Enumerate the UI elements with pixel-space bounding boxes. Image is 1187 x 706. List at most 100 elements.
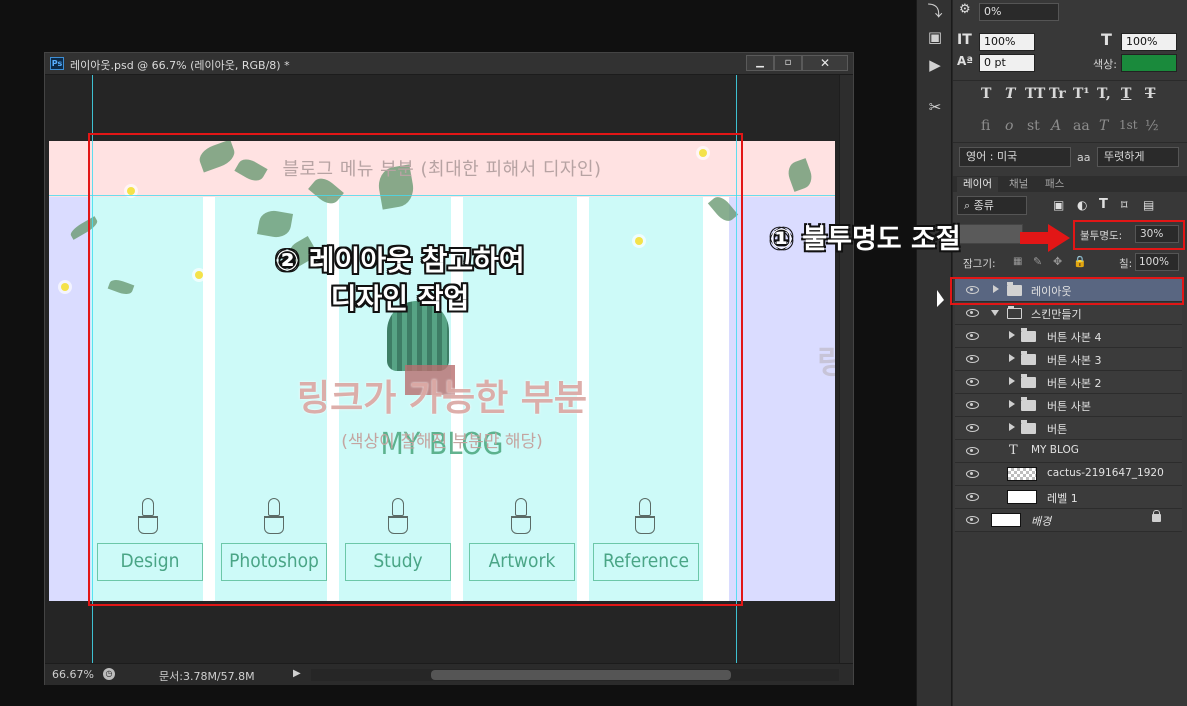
tab-channels[interactable]: 채널 bbox=[1003, 177, 1034, 192]
layer-name: cactus-2191647_1920 bbox=[1047, 467, 1164, 479]
photoshop-icon: Ps bbox=[50, 57, 64, 70]
tools-icon[interactable]: ✂ bbox=[926, 98, 944, 116]
folder-icon bbox=[1021, 397, 1036, 411]
document-title: 레이아웃.psd @ 66.7% (레이아웃, RGB/8) * bbox=[70, 59, 290, 72]
3d-cube-icon[interactable]: ▣ bbox=[926, 28, 944, 46]
layer-filter-select[interactable]: ⌕ 종류 bbox=[957, 196, 1027, 215]
visibility-eye-icon[interactable] bbox=[965, 422, 979, 432]
layer-name: 버튼 사본 bbox=[1047, 400, 1091, 413]
ligatures-icon[interactable]: fi bbox=[981, 118, 990, 134]
swash-icon[interactable]: A bbox=[1051, 118, 1061, 134]
layer-row-button-copy2[interactable]: 버튼 사본 2 bbox=[955, 371, 1182, 394]
faux-bold-icon[interactable]: T bbox=[981, 86, 991, 102]
tab-layers[interactable]: 레이어 bbox=[957, 177, 998, 192]
zoom-level[interactable]: 66.67% bbox=[52, 668, 94, 681]
horizontal-scale-field[interactable]: 100% bbox=[1121, 33, 1177, 51]
lock-image-icon[interactable]: ✎ bbox=[1033, 255, 1042, 268]
layer-row-background[interactable]: 배경 bbox=[955, 509, 1182, 532]
pixel-filter-icon[interactable]: ▣ bbox=[1053, 198, 1064, 212]
layer-row-cactus[interactable]: cactus-2191647_1920 bbox=[955, 463, 1182, 486]
visibility-eye-icon[interactable] bbox=[965, 514, 979, 524]
status-menu-arrow-icon[interactable]: ▶ bbox=[293, 668, 301, 679]
expand-arrow-icon[interactable] bbox=[1009, 423, 1015, 431]
lock-position-icon[interactable]: ✥ bbox=[1053, 255, 1062, 268]
minimize-button[interactable]: ▁ bbox=[746, 55, 774, 71]
titling-alternates-icon[interactable]: T bbox=[1099, 118, 1108, 134]
layer-row-button-copy3[interactable]: 버튼 사본 3 bbox=[955, 348, 1182, 371]
adjustment-filter-icon[interactable]: ◐ bbox=[1077, 198, 1087, 212]
document-titlebar[interactable]: Ps 레이아웃.psd @ 66.7% (레이아웃, RGB/8) * ▁ ▫ … bbox=[45, 53, 853, 75]
collapse-arrow-icon[interactable] bbox=[991, 310, 999, 316]
visibility-eye-icon[interactable] bbox=[965, 330, 979, 340]
properties-panel: ⚙ 0% IT 100% T 100% Aª 0 pt 색상: T T TT T… bbox=[952, 0, 1187, 706]
vertical-scrollbar[interactable] bbox=[839, 75, 853, 663]
antialias-select[interactable]: 뚜렷하게 bbox=[1097, 147, 1179, 167]
layer-row-level1[interactable]: 레벨 1 bbox=[955, 486, 1182, 509]
text-color-swatch[interactable] bbox=[1121, 54, 1177, 72]
divider bbox=[953, 80, 1187, 81]
expand-arrow-icon[interactable] bbox=[1009, 400, 1015, 408]
faux-italic-icon[interactable]: T bbox=[1005, 86, 1015, 102]
layer-name: 버튼 사본 4 bbox=[1047, 331, 1102, 344]
smart-object-filter-icon[interactable]: ▤ bbox=[1143, 198, 1154, 212]
fill-field[interactable]: 100% bbox=[1135, 253, 1179, 271]
shape-filter-icon[interactable]: ⌑ bbox=[1121, 198, 1127, 212]
visibility-eye-icon[interactable] bbox=[965, 445, 979, 455]
type-filter-icon[interactable]: T bbox=[1099, 197, 1108, 212]
fractions-icon[interactable]: ½ bbox=[1145, 118, 1159, 134]
visibility-eye-icon[interactable] bbox=[965, 491, 979, 501]
maximize-button[interactable]: ▫ bbox=[774, 55, 802, 71]
tracking-field[interactable]: 0% bbox=[979, 3, 1059, 21]
stylistic-alternates-icon[interactable]: aa bbox=[1073, 118, 1090, 134]
lock-all-icon[interactable]: 🔒 bbox=[1073, 255, 1087, 268]
layer-row-myblog[interactable]: T MY BLOG bbox=[955, 440, 1182, 463]
layers-panel-tabs: 레이어 채널 패스 bbox=[953, 176, 1187, 192]
blend-mode-select[interactable] bbox=[957, 224, 1023, 244]
layer-thumbnail bbox=[1007, 467, 1037, 481]
folder-icon bbox=[1021, 351, 1036, 365]
layer-name: 스킨만들기 bbox=[1031, 308, 1082, 321]
small-caps-icon[interactable]: Tr bbox=[1049, 86, 1066, 102]
close-button[interactable]: ✕ bbox=[802, 55, 848, 71]
history-icon[interactable]: ⤵ bbox=[926, 2, 944, 20]
tab-paths[interactable]: 패스 bbox=[1039, 177, 1070, 192]
superscript-icon[interactable]: T¹ bbox=[1073, 86, 1090, 102]
red-arrow-icon bbox=[1020, 224, 1070, 252]
expand-arrow-icon[interactable] bbox=[1009, 354, 1015, 362]
horizontal-scroll-thumb[interactable] bbox=[431, 670, 731, 680]
subscript-icon[interactable]: T, bbox=[1097, 86, 1111, 102]
annotation-step1: ① 불투명도 조절 bbox=[770, 224, 961, 255]
layer-highlight-box bbox=[950, 277, 1184, 305]
old-style-icon[interactable]: o bbox=[1005, 118, 1013, 134]
baseline-shift-field[interactable]: 0 pt bbox=[979, 54, 1035, 72]
folder-icon bbox=[1021, 328, 1036, 342]
layer-name: 버튼 사본 2 bbox=[1047, 377, 1102, 390]
horizontal-scrollbar[interactable] bbox=[311, 669, 839, 681]
vertical-scale-field[interactable]: 100% bbox=[979, 33, 1035, 51]
status-info-icon[interactable]: ◷ bbox=[103, 668, 115, 680]
expand-arrow-icon[interactable] bbox=[1009, 331, 1015, 339]
language-select[interactable]: 영어 : 미국 bbox=[959, 147, 1071, 167]
all-caps-icon[interactable]: TT bbox=[1025, 86, 1045, 102]
opacity-highlight-box bbox=[1073, 220, 1185, 250]
lock-transparent-icon[interactable]: ▦ bbox=[1013, 256, 1022, 267]
search-icon: ⌕ bbox=[964, 199, 974, 212]
annotation-step2-line1: ② 레이아웃 참고하여 bbox=[275, 244, 525, 277]
layer-row-skin[interactable]: 스킨만들기 bbox=[955, 302, 1182, 325]
layer-row-button[interactable]: 버튼 bbox=[955, 417, 1182, 440]
layer-row-button-copy[interactable]: 버튼 사본 bbox=[955, 394, 1182, 417]
strikethrough-icon[interactable]: T bbox=[1145, 86, 1155, 102]
visibility-eye-icon[interactable] bbox=[965, 353, 979, 363]
ordinals-icon[interactable]: 1st bbox=[1119, 118, 1138, 132]
folder-icon bbox=[1021, 374, 1036, 388]
underline-icon[interactable]: T bbox=[1121, 86, 1131, 102]
layer-row-button-copy4[interactable]: 버튼 사본 4 bbox=[955, 325, 1182, 348]
divider bbox=[953, 142, 1187, 143]
visibility-eye-icon[interactable] bbox=[965, 468, 979, 478]
play-actions-icon[interactable]: ▶ bbox=[926, 56, 944, 74]
discretionary-ligatures-icon[interactable]: st bbox=[1027, 118, 1040, 134]
visibility-eye-icon[interactable] bbox=[965, 376, 979, 386]
visibility-eye-icon[interactable] bbox=[965, 307, 979, 317]
expand-arrow-icon[interactable] bbox=[1009, 377, 1015, 385]
visibility-eye-icon[interactable] bbox=[965, 399, 979, 409]
